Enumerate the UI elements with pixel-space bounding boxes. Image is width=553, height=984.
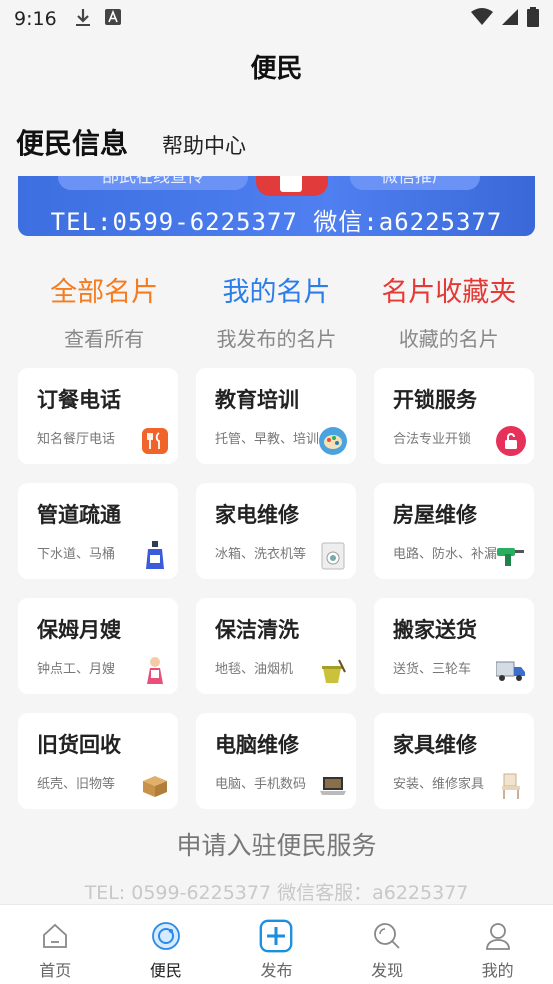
nav-label: 发现: [371, 961, 404, 980]
service-title: 家具维修: [393, 733, 477, 757]
nav-label: 便民: [149, 961, 182, 980]
service-sub: 安装、维修家具: [393, 777, 485, 792]
card-categories: 全部名片 查看所有 我的名片 我发布的名片 名片收藏夹 收藏的名片: [18, 270, 535, 352]
service-title: 旧货回收: [37, 733, 121, 757]
service-title: 保姆月嫂: [37, 618, 121, 642]
service-card-food[interactable]: 订餐电话 知名餐厅电话: [18, 368, 178, 464]
box-icon: [140, 771, 170, 801]
service-grid: 订餐电话 知名餐厅电话 教育培训 托管、早教、培训 开锁服务 合法专业开锁 管道…: [18, 368, 535, 809]
service-title: 开锁服务: [393, 388, 477, 412]
banner-pill-right: 微信推广: [350, 176, 480, 190]
service-sub: 知名餐厅电话: [37, 432, 116, 447]
bottom-nav: 首页 便民 发布 发现 我的: [0, 904, 553, 984]
service-card-recycle[interactable]: 旧货回收 纸壳、旧物等: [18, 713, 178, 809]
restaurant-icon: [140, 426, 170, 456]
service-card-nanny[interactable]: 保姆月嫂 钟点工、月嫂: [18, 598, 178, 694]
contact-info: TEL: 0599-6225377 微信客服：a6225377: [84, 882, 469, 904]
battery-icon: [527, 6, 539, 32]
download-icon: [75, 7, 91, 32]
category-title: 名片收藏夹: [381, 277, 517, 308]
drill-icon: [496, 541, 526, 571]
service-card-furniture[interactable]: 家具维修 安装、维修家具: [374, 713, 534, 809]
status-time: 9:16: [14, 8, 57, 30]
washing-machine-icon: [318, 541, 348, 571]
service-sub: 地毯、油烟机: [215, 662, 294, 677]
service-card-cleaning[interactable]: 保洁清洗 地毯、油烟机: [196, 598, 356, 694]
profile-icon: [481, 919, 515, 953]
category-title: 我的名片: [222, 277, 331, 308]
service-sub: 合法专业开锁: [393, 432, 472, 447]
service-card-appliance[interactable]: 家电维修 冰箱、洗衣机等: [196, 483, 356, 579]
service-sub: 托管、早教、培训: [215, 432, 320, 447]
home-icon: [38, 919, 72, 953]
bucket-icon: [318, 656, 348, 686]
discover-icon: [370, 919, 404, 953]
category-my-cards[interactable]: 我的名片 我发布的名片: [190, 270, 362, 352]
truck-icon: [496, 656, 526, 686]
service-sub: 下水道、马桶: [37, 547, 116, 562]
category-sub: 我发布的名片: [216, 327, 337, 351]
category-favorites[interactable]: 名片收藏夹 收藏的名片: [363, 270, 535, 352]
service-sub: 钟点工、月嫂: [37, 662, 116, 677]
service-card-house[interactable]: 房屋维修 电路、防水、补漏: [374, 483, 534, 579]
banner-gift-icon: [256, 176, 328, 196]
banner-contact: TEL:0599-6225377 微信:a6225377: [50, 208, 503, 236]
service-card-lock[interactable]: 开锁服务 合法专业开锁: [374, 368, 534, 464]
service-title: 管道疏通: [37, 503, 121, 527]
service-title: 订餐电话: [37, 388, 121, 412]
nav-label: 首页: [39, 961, 72, 980]
nanny-icon: [140, 656, 170, 686]
service-sub: 电路、防水、补漏: [393, 547, 498, 562]
service-title: 搬家送货: [393, 618, 477, 642]
chair-icon: [496, 771, 526, 801]
page-title: 便民: [250, 54, 303, 84]
section-tabs: 便民信息 帮助中心: [16, 122, 246, 162]
service-card-education[interactable]: 教育培训 托管、早教、培训: [196, 368, 356, 464]
nav-label: 我的: [481, 961, 514, 980]
category-all-cards[interactable]: 全部名片 查看所有: [18, 270, 190, 352]
service-sub: 冰箱、洗衣机等: [215, 547, 307, 562]
service-card-pipe[interactable]: 管道疏通 下水道、马桶: [18, 483, 178, 579]
service-icon: [149, 919, 183, 953]
apply-join-link[interactable]: 申请入驻便民服务: [0, 826, 553, 862]
service-title: 房屋维修: [393, 503, 477, 527]
category-sub: 收藏的名片: [398, 327, 499, 351]
nav-home[interactable]: 首页: [0, 905, 111, 984]
signal-icon: [501, 8, 519, 31]
wifi-icon: [471, 7, 493, 31]
font-icon: [104, 8, 121, 30]
nav-profile[interactable]: 我的: [442, 905, 553, 984]
service-title: 保洁清洗: [215, 618, 299, 642]
nav-publish[interactable]: 发布: [221, 905, 332, 984]
promo-banner[interactable]: 邵武在线宣传 微信推广 TEL:0599-6225377 微信:a6225377: [18, 176, 535, 236]
lock-icon: [496, 426, 526, 456]
service-title: 电脑维修: [215, 733, 299, 757]
nav-label: 发布: [260, 961, 293, 980]
nav-discover[interactable]: 发现: [332, 905, 443, 984]
laptop-icon: [318, 771, 348, 801]
palette-icon: [318, 426, 348, 456]
category-title: 全部名片: [50, 277, 159, 308]
tab-help-center[interactable]: 帮助中心: [162, 130, 246, 162]
banner-pill-left: 邵武在线宣传: [58, 176, 248, 190]
service-title: 家电维修: [215, 503, 299, 527]
cleaner-bottle-icon: [140, 541, 170, 571]
status-bar: 9:16: [0, 0, 553, 38]
category-sub: 查看所有: [64, 327, 145, 351]
tab-service-info[interactable]: 便民信息: [16, 122, 128, 162]
service-sub: 电脑、手机数码: [215, 777, 307, 792]
publish-icon: [259, 919, 293, 953]
service-card-moving[interactable]: 搬家送货 送货、三轮车: [374, 598, 534, 694]
service-sub: 送货、三轮车: [393, 662, 472, 677]
service-card-computer[interactable]: 电脑维修 电脑、手机数码: [196, 713, 356, 809]
service-title: 教育培训: [215, 388, 299, 412]
nav-service[interactable]: 便民: [111, 905, 222, 984]
service-sub: 纸壳、旧物等: [37, 777, 116, 792]
